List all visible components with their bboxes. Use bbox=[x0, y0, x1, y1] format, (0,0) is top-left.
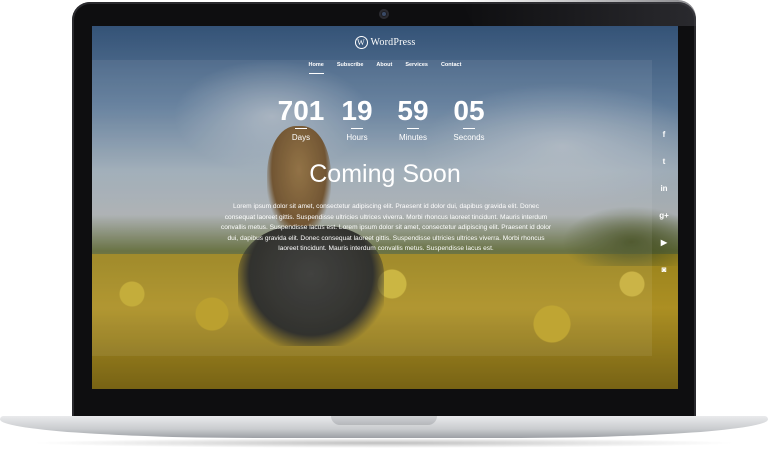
site-logo-text: WordPress bbox=[370, 36, 416, 48]
countdown-days-value: 701 bbox=[277, 95, 325, 126]
bezel-gloss bbox=[460, 0, 696, 26]
countdown-days-label: Days bbox=[291, 133, 311, 142]
nav-contact[interactable]: Contact bbox=[441, 62, 461, 68]
nav-home[interactable]: Home bbox=[308, 62, 325, 74]
countdown-minutes-value: 59 bbox=[397, 95, 429, 126]
nav-about[interactable]: About bbox=[376, 62, 392, 68]
countdown-days: 701 Days bbox=[273, 95, 329, 143]
laptop-base-notch bbox=[331, 416, 437, 425]
countdown-minutes: 59 Minutes bbox=[385, 95, 441, 143]
nav-services[interactable]: Services bbox=[405, 62, 428, 68]
countdown-seconds: 05 Seconds bbox=[441, 95, 497, 143]
countdown-divider bbox=[295, 128, 307, 129]
nav-subscribe[interactable]: Subscribe bbox=[337, 62, 364, 68]
body-text: Lorem ipsum dolor sit amet, consectetur … bbox=[220, 203, 552, 253]
site-logo[interactable]: W WordPress bbox=[92, 36, 678, 49]
countdown-timer: 701 Days 19 Hours 59 Minutes 05 Seconds bbox=[92, 95, 678, 143]
countdown-minutes-label: Minutes bbox=[398, 133, 427, 142]
countdown-hours-label: Hours bbox=[346, 133, 368, 142]
countdown-divider bbox=[463, 128, 475, 129]
google-plus-icon[interactable]: g+ bbox=[654, 211, 674, 238]
countdown-divider bbox=[351, 128, 363, 129]
countdown-hours-value: 19 bbox=[341, 95, 373, 126]
main-nav: Home Subscribe About Services Contact bbox=[92, 62, 678, 74]
countdown-seconds-value: 05 bbox=[453, 95, 485, 126]
facebook-icon[interactable]: f bbox=[654, 130, 674, 157]
twitter-icon[interactable]: t bbox=[654, 157, 674, 184]
countdown-hours: 19 Hours bbox=[329, 95, 385, 143]
webcam-icon bbox=[379, 9, 389, 19]
countdown-divider bbox=[407, 128, 419, 129]
laptop-shadow bbox=[30, 438, 738, 448]
wordpress-icon: W bbox=[354, 36, 368, 49]
instagram-icon[interactable]: ◙ bbox=[654, 265, 674, 292]
youtube-icon[interactable]: ▶ bbox=[654, 238, 674, 265]
laptop-screen: W WordPress Home Subscribe About Services… bbox=[92, 26, 678, 389]
page-title: Coming Soon bbox=[309, 160, 461, 188]
countdown-seconds-label: Seconds bbox=[453, 133, 485, 142]
linkedin-icon[interactable]: in bbox=[654, 184, 674, 211]
social-links: f t in g+ ▶ ◙ bbox=[654, 130, 674, 292]
